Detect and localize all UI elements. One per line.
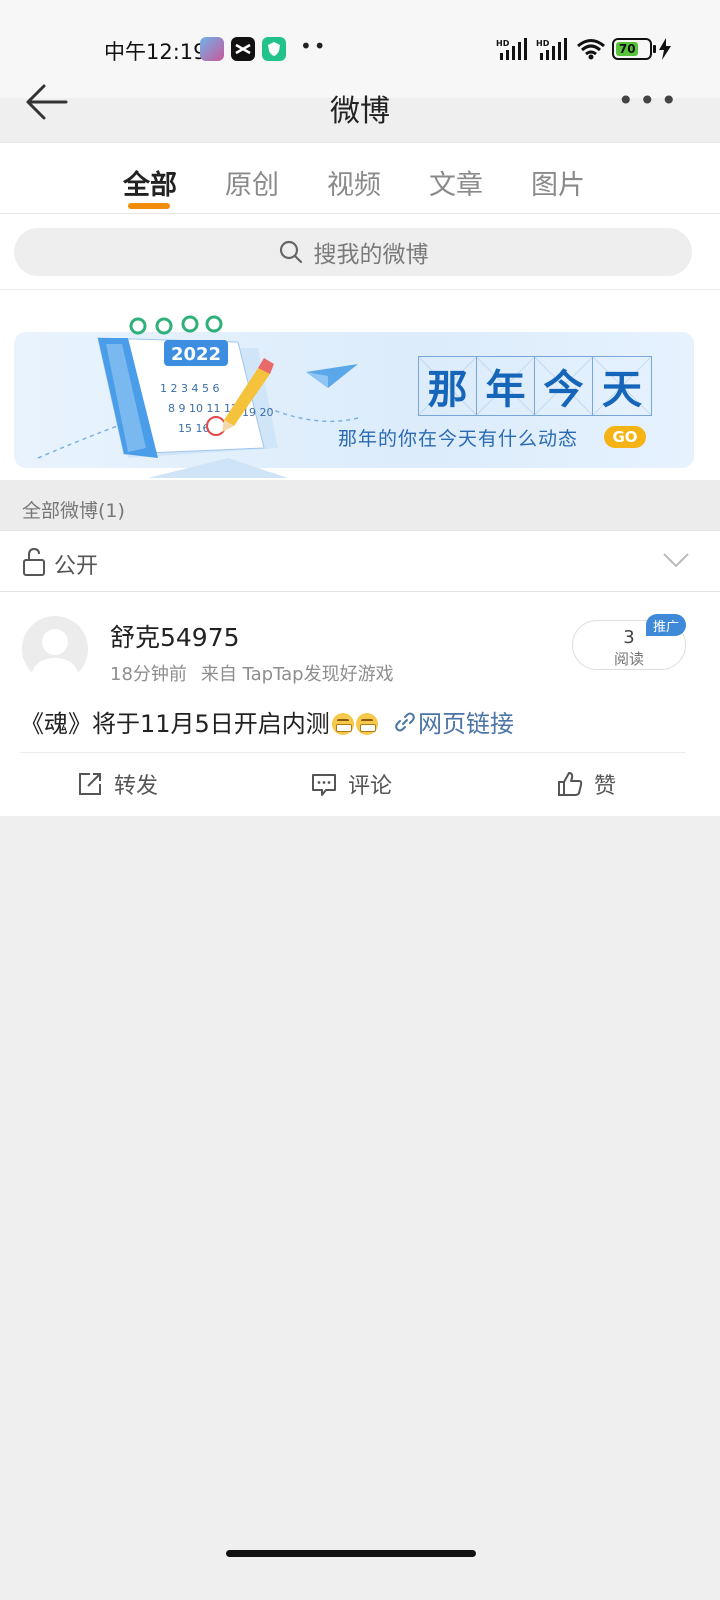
search-placeholder: 搜我的微博: [313, 242, 429, 268]
like-button[interactable]: 赞: [556, 768, 616, 800]
default-avatar-icon: [30, 629, 80, 682]
battery-icon: 70: [612, 38, 656, 60]
home-indicator[interactable]: [226, 1550, 476, 1557]
search-input[interactable]: 搜我的微博: [14, 228, 692, 276]
more-notifications-icon: ••: [300, 34, 328, 58]
tab-original[interactable]: 原创: [225, 163, 279, 202]
post-card: 舒克54975 18分钟前 来自 TapTap发现好游戏 3 阅读 推广 《魂》将…: [0, 592, 720, 816]
link-icon: [395, 712, 415, 731]
web-link[interactable]: 网页链接: [394, 704, 514, 739]
visibility-filter[interactable]: 公开: [0, 530, 720, 592]
post-meta: 18分钟前 来自 TapTap发现好游戏: [110, 660, 394, 686]
tab-video[interactable]: 视频: [327, 163, 381, 202]
section-header: 全部微博(1): [0, 480, 720, 530]
svg-text:15 16: 15 16: [178, 422, 210, 435]
banner-section: 2022 1 2 3 4 5 6 8 9 10 11 12 15 16 19 2…: [0, 290, 720, 480]
banner-title-char: 那: [419, 357, 477, 415]
post-time: 18分钟前: [110, 664, 187, 685]
svg-text:HD: HD: [536, 39, 550, 48]
repost-icon: [79, 773, 101, 795]
comment-button[interactable]: 评论: [310, 768, 392, 800]
grin-emoji-icon: [355, 713, 378, 735]
calendar-illustration-icon: 2022 1 2 3 4 5 6 8 9 10 11 12 15 16 19 2…: [37, 315, 359, 478]
search-section: 搜我的微博: [0, 214, 720, 290]
tab-images[interactable]: 图片: [531, 163, 585, 202]
like-label: 赞: [594, 774, 617, 799]
post-text[interactable]: 《魂》将于11月5日开启内测: [20, 704, 378, 739]
repost-label: 转发: [114, 774, 159, 799]
app-notification-icon: [200, 37, 224, 61]
thumbs-up-icon: [558, 772, 583, 796]
banner-go-button[interactable]: GO: [604, 426, 646, 448]
active-tab-indicator: [128, 203, 170, 209]
post-actions: 转发 评论 赞: [0, 754, 720, 816]
post-body: 《魂》将于11月5日开启内测: [20, 710, 330, 738]
unlocked-padlock-icon: [23, 547, 45, 576]
grin-emoji-icon: [331, 713, 354, 735]
post-username[interactable]: 舒克54975: [110, 618, 240, 654]
web-link-label: 网页链接: [418, 710, 514, 738]
charging-icon: [659, 38, 671, 60]
more-options-icon[interactable]: •••: [617, 87, 682, 115]
cellular-signal-2-icon: HD: [536, 38, 567, 60]
read-label: 阅读: [613, 650, 644, 668]
post-source[interactable]: 来自 TapTap发现好游戏: [201, 664, 394, 685]
promote-badge[interactable]: 推广: [646, 614, 686, 636]
cellular-signal-icon: HD: [496, 38, 527, 60]
avatar[interactable]: [22, 616, 88, 682]
shield-notification-icon: [262, 37, 286, 61]
banner-title-char: 今: [535, 357, 593, 415]
svg-text:8 9 10 11 12: 8 9 10 11 12: [168, 402, 238, 415]
post-count-label: 全部微博(1): [22, 500, 125, 522]
divider: [20, 752, 686, 753]
tab-all[interactable]: 全部: [123, 163, 177, 202]
svg-text:HD: HD: [496, 39, 510, 48]
svg-text:19 20: 19 20: [242, 406, 274, 419]
comment-icon: [312, 774, 336, 796]
page-title: 微博: [330, 94, 390, 129]
nav-bar: 微博 •••: [0, 60, 720, 142]
svg-text:1 2 3 4 5 6: 1 2 3 4 5 6: [160, 382, 219, 395]
comment-label: 评论: [348, 774, 393, 799]
status-indicators: HD HD 70: [496, 38, 672, 60]
banner-title-char: 年: [477, 357, 535, 415]
banner-subtitle: 那年的你在今天有什么动态: [338, 428, 579, 450]
search-icon: [279, 240, 302, 264]
chevron-down-icon[interactable]: [662, 551, 690, 569]
tab-article[interactable]: 文章: [429, 163, 483, 202]
battery-level: 70: [616, 42, 639, 56]
repost-button[interactable]: 转发: [76, 768, 158, 800]
on-this-day-banner[interactable]: 2022 1 2 3 4 5 6 8 9 10 11 12 15 16 19 2…: [14, 315, 694, 478]
calendar-year-text: 2022: [171, 344, 221, 365]
banner-title-char: 天: [593, 357, 651, 415]
banner-title: 那 年 今 天: [418, 356, 652, 416]
capcut-notification-icon: [231, 37, 255, 61]
filter-tabs: 全部 原创 视频 文章 图片: [0, 142, 720, 214]
visibility-label: 公开: [54, 554, 99, 579]
wifi-icon: [577, 39, 605, 60]
